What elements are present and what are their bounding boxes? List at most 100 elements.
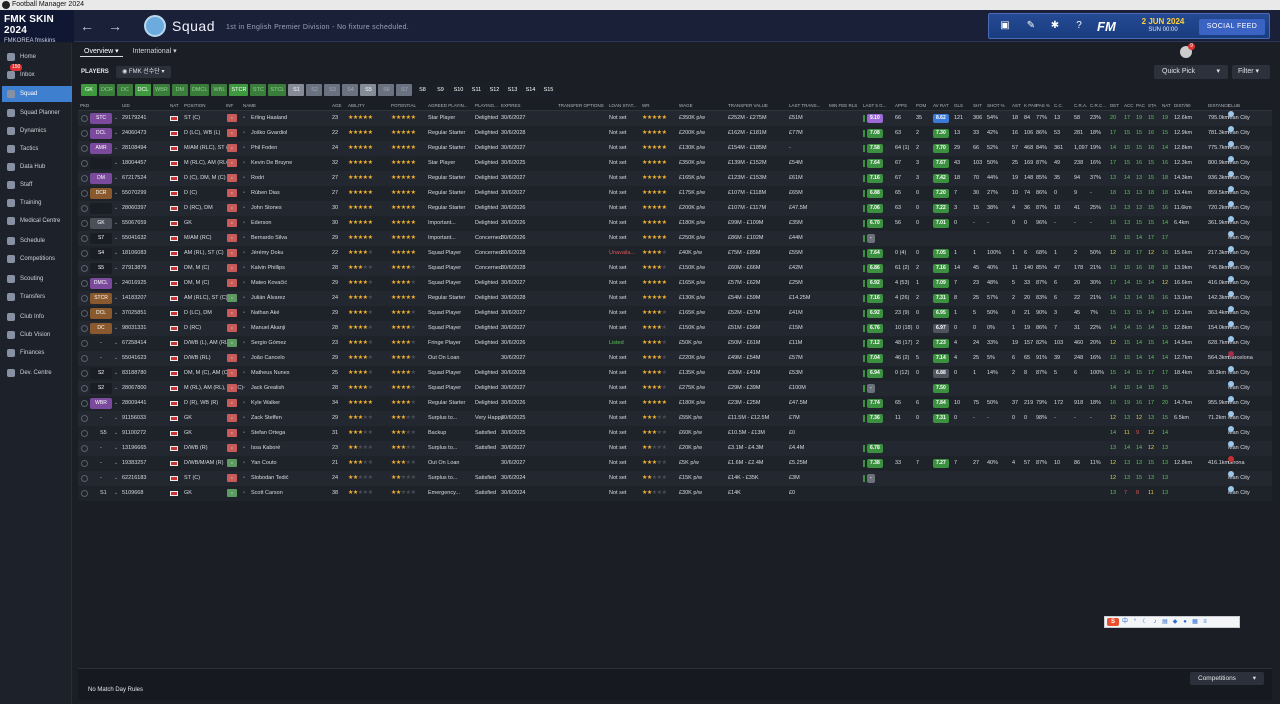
tab-overview[interactable]: Overview ▾ xyxy=(80,46,123,57)
club-cell[interactable]: Man City xyxy=(1228,381,1250,396)
column-header[interactable]: ACC xyxy=(1124,103,1134,108)
picked-position-text[interactable]: - xyxy=(100,471,102,486)
column-header[interactable]: SHOT % xyxy=(987,103,1005,108)
chevron-down-icon[interactable]: ⌄ xyxy=(114,276,118,291)
row-select-checkbox[interactable] xyxy=(81,265,88,272)
row-select-checkbox[interactable] xyxy=(81,400,88,407)
view-selector[interactable]: ◉ FMK 선수단 ▾ xyxy=(116,66,171,78)
chevron-down-icon[interactable]: ⌄ xyxy=(114,201,118,216)
player-name-link[interactable]: Stefan Ortega xyxy=(251,426,285,441)
club-cell[interactable]: Man City xyxy=(1228,276,1250,291)
chevron-down-icon[interactable]: ⌄ xyxy=(114,441,118,456)
sidebar-item-home[interactable]: Home xyxy=(2,49,72,65)
picked-position-badge[interactable]: AMR xyxy=(90,143,112,154)
table-row[interactable]: GK ⌄ 55067659 GK • Ederson ◦ 30 ★★★★★ ★★★★★ Import… xyxy=(78,216,1272,231)
picked-position-badge[interactable] xyxy=(90,203,112,214)
column-header[interactable]: AGREED PLAYIN... xyxy=(428,103,468,108)
sidebar-item-staff[interactable]: Staff xyxy=(2,177,72,193)
picked-position-badge[interactable]: DM xyxy=(90,173,112,184)
player-name-link[interactable]: Sergio Gómez xyxy=(251,336,286,351)
column-header[interactable]: WAGE xyxy=(679,103,693,108)
chevron-down-icon[interactable]: ⌄ xyxy=(114,186,118,201)
ime-user-icon[interactable]: ● xyxy=(1181,618,1189,626)
sidebar-item-club-info[interactable]: Club Info xyxy=(2,309,72,325)
game-date[interactable]: 2 JUN 2024 SUN 00:00 xyxy=(1139,17,1187,33)
ime-menu-icon[interactable]: ≡ xyxy=(1201,618,1209,626)
picked-position-badge[interactable]: DCL xyxy=(90,128,112,139)
chevron-down-icon[interactable]: ⌄ xyxy=(114,246,118,261)
row-select-checkbox[interactable] xyxy=(81,115,88,122)
picked-position-text[interactable]: S5 xyxy=(100,426,107,441)
position-chip[interactable]: S6 xyxy=(378,84,395,96)
position-chip[interactable]: STCL xyxy=(268,84,287,96)
player-name-link[interactable]: Joško Gvardiol xyxy=(251,126,287,141)
picked-position-badge[interactable]: S4 xyxy=(90,248,112,259)
column-header[interactable]: GLS xyxy=(954,103,963,108)
club-cell[interactable]: Man City xyxy=(1228,396,1250,411)
picked-position-badge[interactable]: STCR xyxy=(90,293,112,304)
filter-button[interactable]: Filter ▾ xyxy=(1232,65,1270,79)
position-chip[interactable]: S12 xyxy=(486,84,503,96)
row-select-checkbox[interactable] xyxy=(81,235,88,242)
row-select-checkbox[interactable] xyxy=(81,325,88,332)
club-cell[interactable]: Man City xyxy=(1228,471,1250,486)
column-header[interactable]: POSITION xyxy=(184,103,206,108)
player-name-link[interactable]: Phil Foden xyxy=(251,141,277,156)
table-row[interactable]: - ⌄ 55041623 D/WB (RL) • João Cancelo ◦ 29 ★★★★★… xyxy=(78,351,1272,366)
picked-position-badge[interactable] xyxy=(90,158,112,169)
row-select-checkbox[interactable] xyxy=(81,310,88,317)
club-cell[interactable]: Man City xyxy=(1228,156,1250,171)
table-row[interactable]: DCL ⌄ 37025851 D (LC), DM • Nathan Aké ◦ 29 ★★★★… xyxy=(78,306,1272,321)
player-name-link[interactable]: João Cancelo xyxy=(251,351,285,366)
position-chip[interactable]: S1 xyxy=(288,84,305,96)
column-header[interactable]: INF xyxy=(226,103,233,108)
column-header[interactable]: PAS % xyxy=(1036,103,1050,108)
column-header[interactable]: APPS xyxy=(895,103,907,108)
player-name-link[interactable]: Kalvin Phillips xyxy=(251,261,285,276)
player-name-link[interactable]: Ederson xyxy=(251,216,272,231)
club-cell[interactable]: Man City xyxy=(1228,141,1250,156)
row-select-checkbox[interactable] xyxy=(81,190,88,197)
picked-position-text[interactable]: - xyxy=(100,411,102,426)
player-name-link[interactable]: Zack Steffen xyxy=(251,411,282,426)
club-cell[interactable]: Man City xyxy=(1228,291,1250,306)
club-cell[interactable]: Man City xyxy=(1228,306,1250,321)
settings-icon[interactable]: ✱ xyxy=(1049,20,1061,32)
player-name-link[interactable]: Kyle Walker xyxy=(251,396,280,411)
player-name-link[interactable]: Issa Kaboré xyxy=(251,441,280,456)
player-name-link[interactable]: Scott Carson xyxy=(251,486,283,501)
position-chip[interactable]: DMCL xyxy=(189,84,210,96)
table-row[interactable]: - ⌄ 67258414 D/WB (L), AM (RL) • Sergio Gómez… xyxy=(78,336,1272,351)
position-chip[interactable]: S13 xyxy=(504,84,521,96)
column-header[interactable]: NAME xyxy=(243,103,256,108)
row-select-checkbox[interactable] xyxy=(81,490,88,497)
chevron-down-icon[interactable]: ⌄ xyxy=(114,111,118,126)
chevron-down-icon[interactable]: ⌄ xyxy=(114,306,118,321)
chevron-down-icon[interactable]: ⌄ xyxy=(114,171,118,186)
position-chip[interactable]: S2 xyxy=(306,84,323,96)
column-header[interactable]: MIN FEE RLS xyxy=(829,103,857,108)
chevron-down-icon[interactable]: ⌄ xyxy=(114,351,118,366)
table-row[interactable]: DMCL ⌄ 24016925 DM, M (C) • Mateo Kovačić ◦ 29 ★… xyxy=(78,276,1272,291)
player-name-link[interactable]: Yan Couto xyxy=(251,456,277,471)
club-cell[interactable]: Man City xyxy=(1228,486,1250,501)
sidebar-item-medical-centre[interactable]: Medical Centre xyxy=(2,213,72,229)
position-chip[interactable]: STC xyxy=(250,84,267,96)
picked-position-text[interactable]: - xyxy=(100,456,102,471)
sidebar-item-training[interactable]: Training xyxy=(2,195,72,211)
column-header[interactable]: C.R.A. xyxy=(1074,103,1087,108)
row-select-checkbox[interactable] xyxy=(81,280,88,287)
picked-position-badge[interactable]: S7 xyxy=(90,233,112,244)
club-cell[interactable]: Man City xyxy=(1228,411,1250,426)
picked-position-text[interactable]: - xyxy=(100,441,102,456)
picked-position-badge[interactable]: DCR xyxy=(90,188,112,199)
picked-position-badge[interactable]: WBR xyxy=(90,398,112,409)
column-header[interactable]: EXPIRES xyxy=(501,103,521,108)
position-chip[interactable]: S8 xyxy=(414,84,431,96)
position-chip[interactable]: STCR xyxy=(229,84,249,96)
chevron-down-icon[interactable]: ⌄ xyxy=(114,426,118,441)
row-select-checkbox[interactable] xyxy=(81,160,88,167)
column-header[interactable]: AST xyxy=(1012,103,1021,108)
table-row[interactable]: - ⌄ 91156033 GK • Zack Steffen ◦ 29 ★★★★★ ★★★★★ Su… xyxy=(78,411,1272,426)
table-row[interactable]: DC ⌄ 98031331 D (RC) • Manuel Akanji ◦ 28 ★★★★★ ★… xyxy=(78,321,1272,336)
